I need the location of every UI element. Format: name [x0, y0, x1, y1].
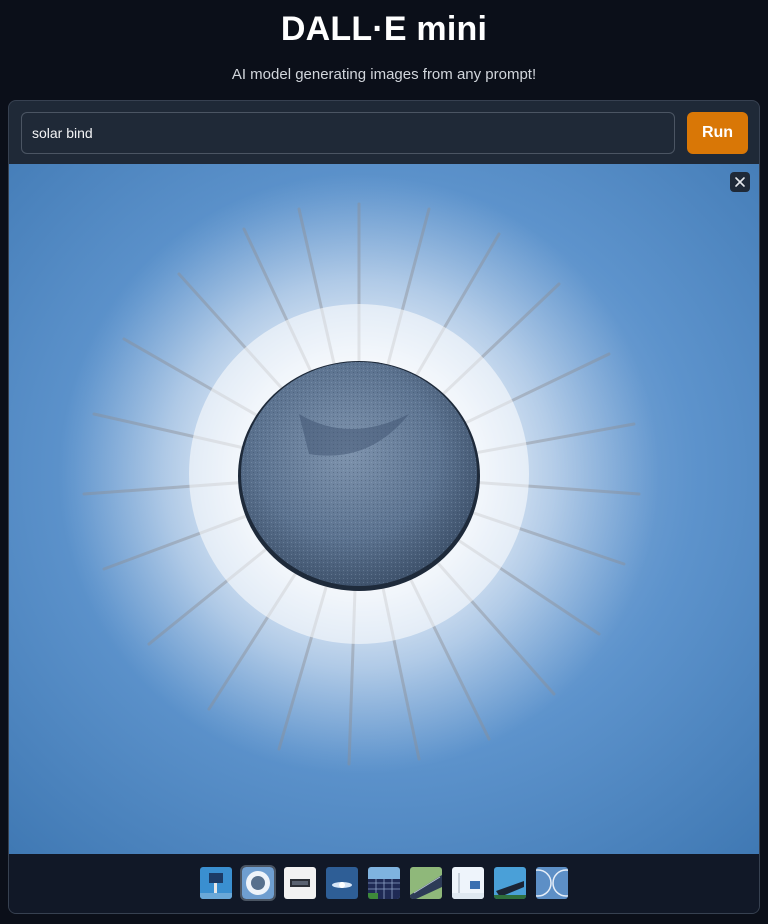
prompt-input[interactable] [21, 112, 675, 154]
close-preview-button[interactable] [730, 172, 750, 192]
close-icon [735, 177, 745, 187]
gallery-preview [9, 164, 759, 854]
thumbnail-3[interactable] [284, 867, 316, 899]
thumbnail-7[interactable] [452, 867, 484, 899]
generator-panel: Run [8, 100, 760, 914]
thumbnail-9[interactable] [536, 867, 568, 899]
header: DALL·E mini AI model generating images f… [0, 0, 768, 100]
thumbnail-6[interactable] [410, 867, 442, 899]
thumbnail-4[interactable] [326, 867, 358, 899]
thumbnail-5[interactable] [368, 867, 400, 899]
thumbnail-1[interactable] [200, 867, 232, 899]
page-subtitle: AI model generating images from any prom… [231, 66, 537, 83]
thumbnail-2[interactable] [240, 865, 276, 901]
generated-image [9, 164, 759, 854]
thumbnail-8[interactable] [494, 867, 526, 899]
page-title: DALL·E mini [280, 10, 488, 48]
thumbnail-strip [9, 854, 759, 913]
run-button[interactable]: Run [687, 112, 748, 154]
